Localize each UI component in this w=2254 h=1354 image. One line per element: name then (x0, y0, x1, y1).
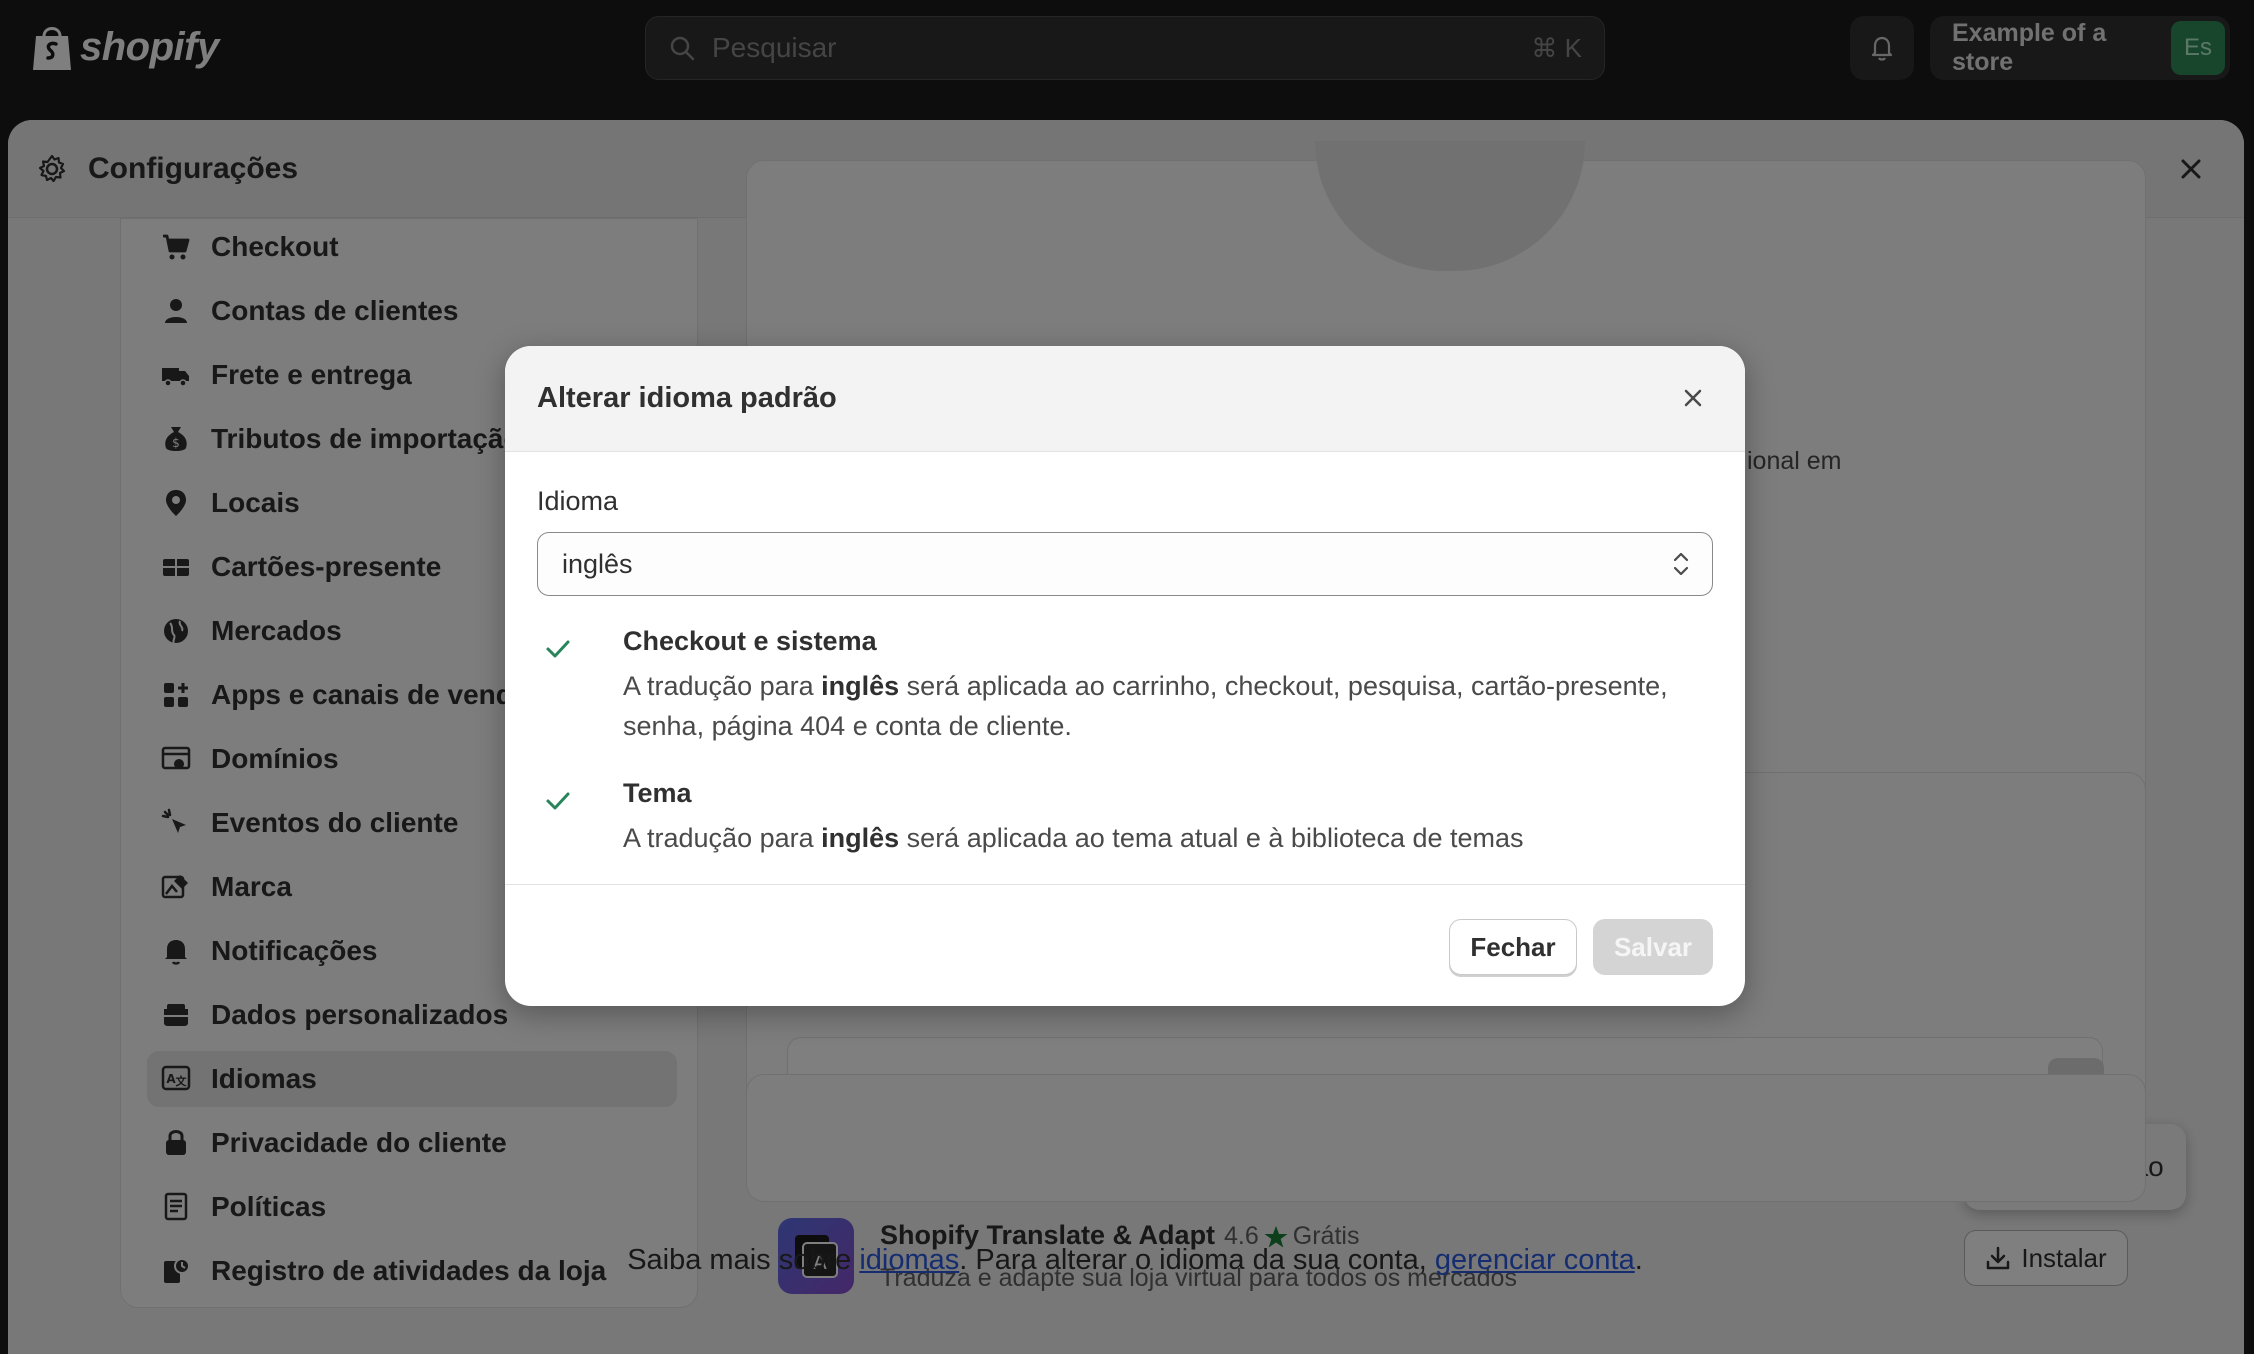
desc-prefix: A tradução para (623, 671, 822, 701)
desc-language: inglês (821, 823, 900, 853)
language-select[interactable]: inglês (537, 532, 1713, 596)
checkmark-icon (546, 792, 570, 810)
check-description: A tradução para inglês será aplicada ao … (623, 666, 1723, 746)
dialog-header: Alterar idioma padrão (505, 346, 1745, 452)
check-heading: Tema (623, 778, 692, 808)
select-chevron-icon (1673, 552, 1689, 576)
check-description: A tradução para inglês será aplicada ao … (623, 818, 1723, 858)
close-button[interactable]: Fechar (1449, 919, 1577, 975)
desc-prefix: A tradução para (623, 823, 822, 853)
check-heading: Checkout e sistema (623, 626, 877, 656)
desc-suffix: será aplicada ao tema atual e à bibliote… (899, 823, 1524, 853)
dialog-title: Alterar idioma padrão (537, 382, 837, 414)
dialog-footer: Fechar Salvar (505, 884, 1745, 1006)
desc-language: inglês (821, 671, 900, 701)
language-field-label: Idioma (537, 486, 619, 516)
checkmark-icon (546, 640, 570, 658)
change-default-language-dialog: Alterar idioma padrão Idioma inglês Chec… (505, 346, 1745, 1006)
save-button[interactable]: Salvar (1593, 919, 1713, 975)
selected-language: inglês (562, 548, 633, 579)
close-icon[interactable] (1681, 386, 1705, 410)
